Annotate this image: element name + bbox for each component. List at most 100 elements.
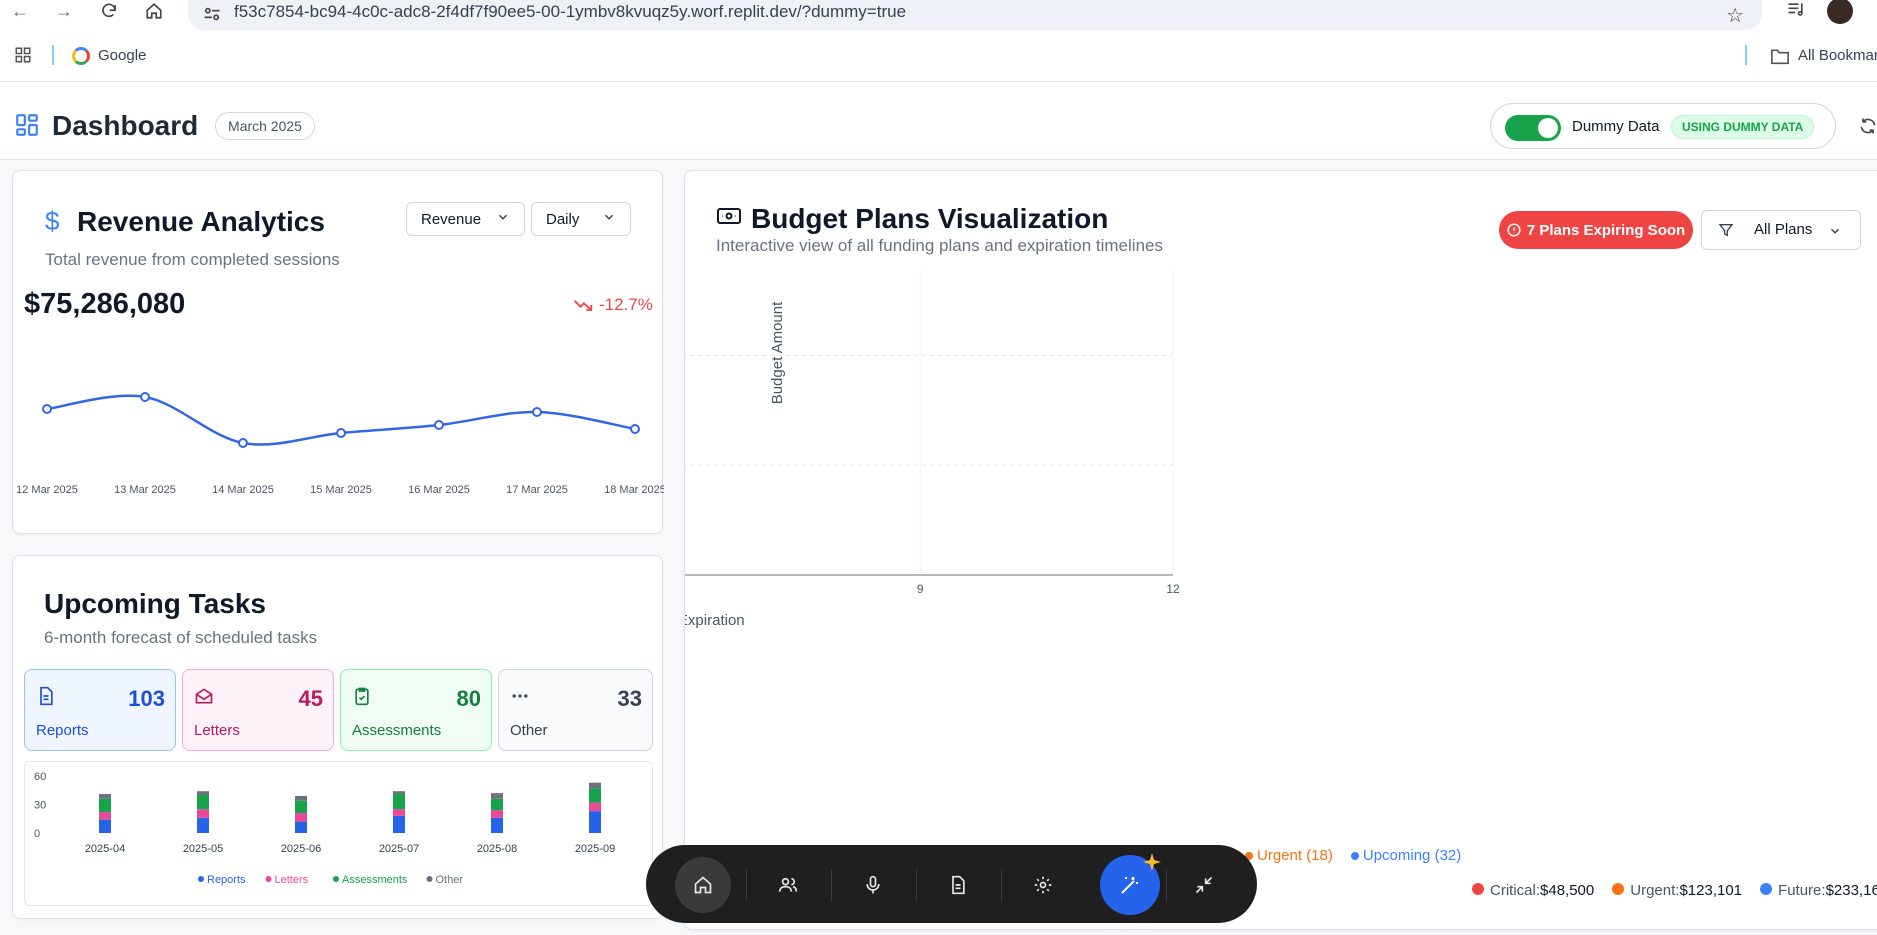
stacked-bar-segment [295,795,307,801]
x-tick-label: 17 Mar 2025 [506,484,568,496]
x-tick-label: 16 Mar 2025 [408,484,470,496]
x-tick-label: 13 Mar 2025 [114,484,176,496]
stacked-bar-segment [491,798,503,811]
dashboard-grid-icon [14,112,40,143]
legend-label: Upcoming (32) [1362,847,1462,864]
budget-scatter-chart: $0$2,500$5,000$8,741036912Months Until E… [685,271,1180,629]
users-icon [778,877,798,892]
dock-divider [831,869,832,901]
revenue-point [630,424,640,434]
bookmark-google[interactable]: Google [98,47,146,64]
dollar-icon: $ [45,206,60,236]
x-tick-label: 9 [917,582,924,596]
dock-users-button[interactable] [760,857,816,913]
revenue-metric-select[interactable]: Revenue [406,202,525,236]
stacked-bar-segment [197,795,209,810]
task-tile-letters[interactable]: 45 Letters [182,669,334,751]
google-icon [72,47,90,65]
ellipsis-icon [512,694,528,698]
revenue-point [336,428,346,438]
revenue-card: $ Revenue Analytics Total revenue from c… [12,170,664,534]
media-icon[interactable] [1785,0,1807,25]
stacked-bar-segment [99,812,111,820]
stacked-bar-segment [295,821,307,833]
folder-icon [1770,47,1790,69]
refresh-icon[interactable] [1858,116,1877,141]
revenue-change: -12.7% [573,295,653,315]
stacked-bar-segment [393,809,405,816]
chevron-down-icon [496,210,510,228]
legend-dot [1350,852,1359,860]
legend-item-upcoming[interactable]: Upcoming (32) [1350,847,1462,864]
legend-label: Other [436,874,464,886]
stacked-bar-segment [99,819,111,833]
legend-item-urgent[interactable]: Urgent (18) [1245,847,1333,864]
chevron-down-icon [602,210,616,228]
total-value: $123,101 [1679,882,1743,899]
task-tile-assessments[interactable]: 80 Assessments [340,669,492,751]
revenue-period-select[interactable]: Daily [531,202,631,236]
x-tick-label: 2025-04 [85,843,125,855]
sparkle-icon [1140,851,1164,875]
x-tick-label: 2025-07 [379,843,419,855]
task-tiles: 103 Reports 45 Letters 80 Assessments 33… [24,669,653,751]
task-tile-other[interactable]: 33 Other [498,669,653,751]
avatar[interactable] [1827,0,1853,24]
tasks-subtitle: 6-month forecast of scheduled tasks [44,628,318,647]
back-icon[interactable]: ← [8,0,32,22]
legend-dot [265,876,272,882]
revenue-title: Revenue Analytics [77,206,325,237]
trending-down-icon [574,300,593,311]
x-tick-label: 2025-09 [575,843,615,855]
total-label: Future: [1778,882,1826,899]
stacked-bar-segment [197,791,209,795]
legend-dot [333,876,339,882]
dock-mic-button[interactable] [845,857,901,913]
expiring-plans-button[interactable]: 7 Plans Expiring Soon [1499,211,1693,249]
reload-icon[interactable] [97,0,121,22]
dock-settings-button[interactable] [1015,857,1071,913]
address-bar[interactable]: f53c7854-bc94-4c0c-adc8-2f4df7f90ee5-00-… [188,0,1762,30]
home-icon[interactable] [142,0,166,22]
tile-count: 103 [128,686,165,711]
y-tick-label: 0 [34,828,40,840]
revenue-total: $75,286,080 [24,288,186,320]
task-tile-reports[interactable]: 103 Reports [24,669,176,751]
tasks-stacked-bar-chart: 0 30 60 2025-04 2025-05 2025-06 2025-07 2025-08… [34,771,615,886]
x-tick-label: 18 Mar 2025 [604,484,664,496]
plan-filter-select[interactable]: All Plans [1701,210,1861,250]
filter-icon [1718,224,1734,237]
tile-count: 80 [456,686,481,711]
budget-subtitle: Interactive view of all funding plans an… [716,236,1163,255]
document-icon [40,686,53,706]
star-icon[interactable]: ☆ [1726,3,1744,28]
total-urgent: Urgent:$123,101 [1612,882,1742,899]
x-tick-label: 14 Mar 2025 [212,484,274,496]
revenue-point [532,407,542,417]
tile-label: Assessments [352,722,442,739]
dock-documents-button[interactable] [930,857,986,913]
tile-count: 45 [298,686,323,711]
clipboard-check-icon [355,687,369,706]
apps-grid-icon[interactable] [14,46,32,68]
total-value: $233,164 [1825,882,1877,899]
stacked-bar-segment [491,810,503,818]
x-tick-label: 15 Mar 2025 [310,484,372,496]
revenue-point [140,392,150,402]
tile-label: Other [510,722,548,739]
bookmark-all[interactable]: All Bookmarks [1798,47,1877,64]
legend-dot [1612,883,1625,895]
stacked-bar-segment [197,817,209,833]
site-info-icon[interactable] [202,4,222,29]
legend-label: Letters [275,874,309,886]
total-value: $48,500 [1540,882,1595,899]
dock-home-button[interactable] [675,857,731,913]
x-axis-label: Months Until Expiration [685,612,745,629]
total-critical: Critical:$48,500 [1472,882,1594,899]
dummy-data-toggle[interactable] [1505,115,1561,141]
dock-minimize-button[interactable] [1176,857,1232,913]
dummy-data-label: Dummy Data [1572,118,1660,135]
y-tick-label: 60 [34,771,46,783]
forward-icon[interactable]: → [52,0,76,22]
total-future: Future:$233,164 [1760,882,1877,899]
